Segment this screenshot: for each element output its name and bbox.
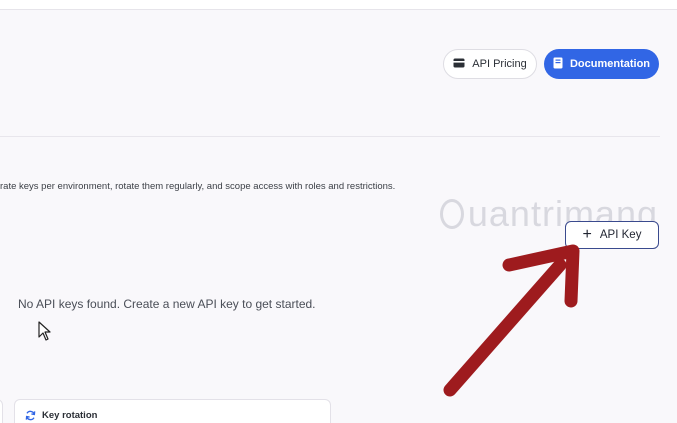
info-card <box>0 399 3 423</box>
refresh-icon <box>25 410 36 423</box>
book-icon <box>553 57 563 72</box>
credit-card-icon <box>453 58 465 71</box>
api-pricing-label: API Pricing <box>472 58 527 70</box>
mouse-cursor-icon <box>38 321 51 341</box>
documentation-button[interactable]: Documentation <box>544 49 659 79</box>
lightbulb-icon <box>440 199 464 229</box>
add-api-key-label: API Key <box>599 229 642 241</box>
top-bar <box>0 0 677 10</box>
api-pricing-button[interactable]: API Pricing <box>443 49 537 79</box>
page-description: rate keys per environment, rotate them r… <box>0 181 396 192</box>
plus-icon: + <box>582 226 592 243</box>
add-api-key-button[interactable]: + API Key <box>565 221 659 249</box>
documentation-label: Documentation <box>569 58 651 70</box>
key-rotation-title: Key rotation <box>42 410 98 421</box>
section-divider <box>0 136 660 137</box>
key-rotation-card: Key rotation <box>14 399 331 423</box>
empty-state-message: No API keys found. Create a new API key … <box>18 297 316 311</box>
